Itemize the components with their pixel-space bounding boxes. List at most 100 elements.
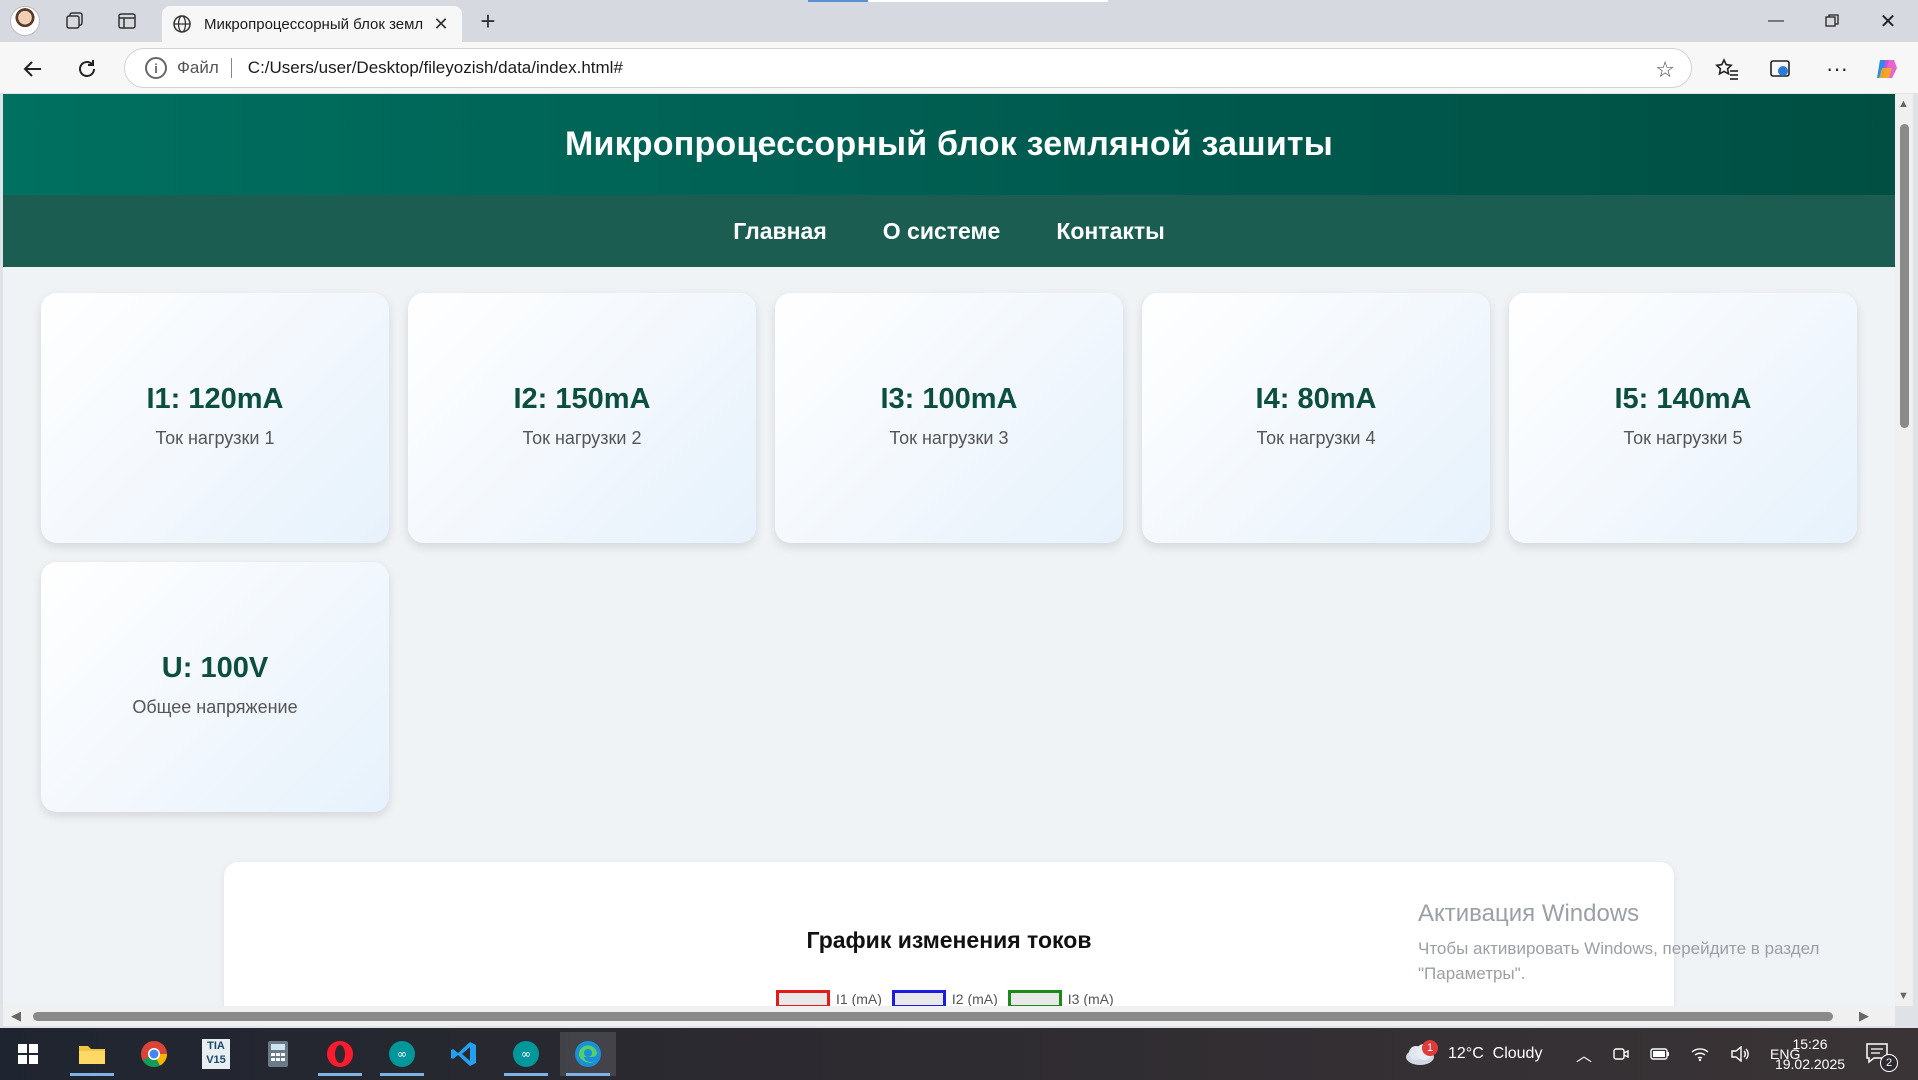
chrome-icon[interactable] [126,1032,182,1076]
running-indicator [566,1073,610,1076]
legend-label: I2 (mA) [951,991,998,1006]
notification-center-icon[interactable]: 2 [1864,1040,1898,1072]
horizontal-scrollbar[interactable]: ◀ ▶ [3,1006,1895,1026]
browser-toolbar: i Файл C:/Users/user/Desktop/fileyozish/… [0,42,1918,94]
card-value: I1: 120mA [146,383,284,415]
browser-tab-bar: Микропроцессорный блок земл ✕ + — ✕ [0,0,1918,42]
opera-icon[interactable] [312,1032,368,1076]
legend-item-i1[interactable]: I1 (mA) [776,990,882,1006]
address-bar[interactable]: i Файл C:/Users/user/Desktop/fileyozish/… [124,48,1692,88]
running-indicator [380,1073,424,1076]
nav-home-link[interactable]: Главная [733,218,827,245]
close-window-button[interactable]: ✕ [1860,0,1916,42]
vertical-tabs-icon[interactable] [110,7,144,35]
copilot-icon[interactable] [1872,54,1902,84]
legend-swatch [891,990,946,1006]
web-page: Микропроцессорный блок земляной зашиты Г… [3,94,1895,1006]
calculator-icon[interactable] [250,1032,306,1076]
weather-badge: 1 [1422,1040,1438,1056]
address-scheme-label: Файл [177,58,219,77]
wifi-icon[interactable] [1690,1046,1710,1062]
chevron-up-icon[interactable]: ︿ [1576,1042,1592,1066]
clock[interactable]: 15:26 19.02.2025 [1770,1034,1850,1074]
current-card-i4: I4: 80mA Ток нагрузки 4 [1142,293,1490,543]
legend-item-i3[interactable]: I3 (mA) [1007,990,1114,1006]
file-explorer-icon[interactable] [64,1032,120,1076]
legend-label: I1 (mA) [836,991,882,1006]
card-value: I2: 150mA [513,383,651,415]
scroll-up-arrow-icon[interactable]: ▲ [1898,98,1909,110]
weather-widget[interactable]: 1 12°C Cloudy [1404,1028,1542,1080]
running-indicator [504,1073,548,1076]
site-info-icon[interactable]: i [145,57,167,79]
windows-taskbar: TIA V15 ∞ ∞ 1 12°C Cloudy ︿ ENG 15:26 19.… [0,1028,1918,1080]
watermark-title: Активация Windows [1418,900,1640,927]
back-arrow-icon[interactable] [18,54,48,84]
more-menu-icon[interactable]: ··· [1822,54,1852,84]
windows-activation-watermark: Активация Windows Чтобы активировать Win… [1418,900,1819,986]
address-url[interactable]: C:/Users/user/Desktop/fileyozish/data/in… [248,58,623,78]
voltage-card: U: 100V Общее напряжение [41,562,389,812]
restore-button[interactable] [1804,0,1860,42]
card-value: U: 100V [161,652,269,684]
card-label: Ток нагрузки 3 [889,428,1009,448]
tab-title: Микропроцессорный блок земл [204,15,424,33]
meet-now-icon[interactable] [1612,1045,1630,1063]
arduino-ide-icon[interactable]: ∞ [498,1032,554,1076]
watermark-line: Чтобы активировать Windows, перейдите в … [1418,939,1820,958]
current-card-i2: I2: 150mA Ток нагрузки 2 [408,293,756,543]
tab-indicator [808,0,868,2]
card-label: Ток нагрузки 5 [1623,428,1743,448]
card-label: Общее напряжение [132,697,298,717]
profile-avatar[interactable] [10,6,40,36]
chart-legend: I1 (mA) I2 (mA) I3 (mA) [776,990,1114,1006]
active-tab[interactable]: Микропроцессорный блок земл ✕ [162,6,462,42]
card-label: Ток нагрузки 4 [1256,428,1376,448]
legend-swatch [1007,990,1062,1006]
scroll-down-arrow-icon[interactable]: ▼ [1898,990,1909,1002]
card-label: Ток нагрузки 2 [522,428,642,448]
globe-icon [173,15,191,33]
workspaces-icon[interactable] [58,7,92,35]
tia-portal-icon[interactable]: TIA V15 [188,1032,244,1076]
new-tab-button[interactable]: + [472,6,504,38]
favorite-star-icon[interactable]: ☆ [1655,57,1675,83]
site-header: Микропроцессорный блок земляной зашиты [3,94,1895,195]
svg-text:∞: ∞ [397,1047,407,1061]
battery-icon[interactable] [1650,1047,1670,1061]
current-card-i5: I5: 140mA Ток нагрузки 5 [1509,293,1857,543]
favorites-icon[interactable] [1712,54,1742,84]
weather-text: 12°C Cloudy [1448,1045,1543,1062]
horizontal-scroll-thumb[interactable] [33,1012,1833,1021]
scroll-right-arrow-icon[interactable]: ▶ [1859,1008,1869,1024]
close-tab-icon[interactable]: ✕ [430,14,452,35]
volume-icon[interactable] [1730,1046,1750,1062]
collections-icon[interactable] [1766,54,1796,84]
legend-swatch [776,990,830,1006]
card-label: Ток нагрузки 1 [155,428,275,448]
vertical-scrollbar[interactable]: ▲ ▼ [1895,94,1913,1006]
address-separator [230,58,232,78]
current-card-i3: I3: 100mA Ток нагрузки 3 [775,293,1123,543]
vertical-scroll-thumb[interactable] [1900,124,1909,428]
watermark-text: Чтобы активировать Windows, перейдите в … [1418,936,1819,986]
card-value: I4: 80mA [1255,383,1377,415]
nav-contacts-link[interactable]: Контакты [1056,218,1164,245]
clock-date: 19.02.2025 [1774,1056,1846,1072]
arduino-icon[interactable]: ∞ [374,1032,430,1076]
card-value: I5: 140mA [1614,383,1752,415]
legend-label: I3 (mA) [1067,991,1114,1006]
edge-icon[interactable] [560,1032,616,1076]
reload-icon[interactable] [72,54,102,84]
notification-count: 2 [1880,1054,1898,1072]
tab-indicator-light [868,0,1108,2]
svg-text:∞: ∞ [521,1047,531,1061]
start-button[interactable] [0,1032,56,1076]
minimize-button[interactable]: — [1748,0,1804,42]
legend-item-i2[interactable]: I2 (mA) [891,990,998,1006]
vscode-icon[interactable] [436,1032,492,1076]
windows-logo-icon [18,1044,38,1064]
nav-about-link[interactable]: О системе [883,218,1001,245]
card-value: I3: 100mA [880,383,1018,415]
scroll-left-arrow-icon[interactable]: ◀ [11,1008,21,1024]
